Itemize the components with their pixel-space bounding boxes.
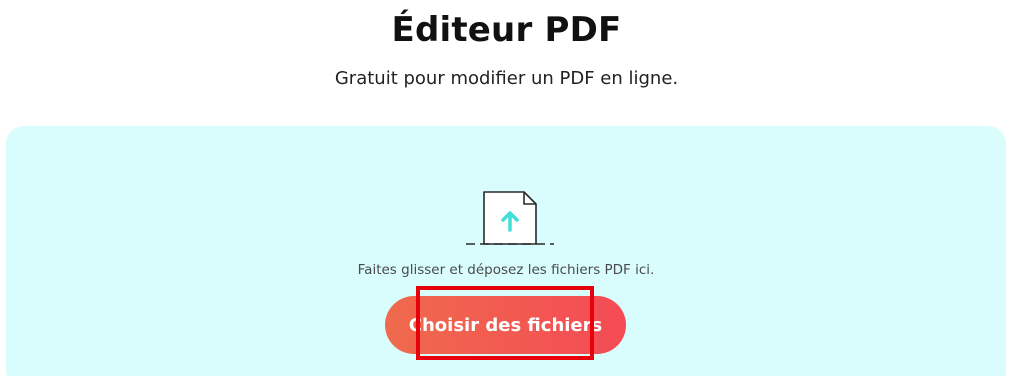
page-subtitle: Gratuit pour modifier un PDF en ligne. [334,68,679,89]
page-title: Éditeur PDF [391,10,622,50]
file-dropzone[interactable]: Faites glisser et déposez les fichiers P… [6,126,1006,376]
choose-files-button[interactable]: Choisir des fichiers [385,296,626,354]
page: Éditeur PDF Gratuit pour modifier un PDF… [0,0,1013,376]
dropzone-hint: Faites glisser et déposez les fichiers P… [357,262,655,278]
file-upload-icon [466,191,554,245]
